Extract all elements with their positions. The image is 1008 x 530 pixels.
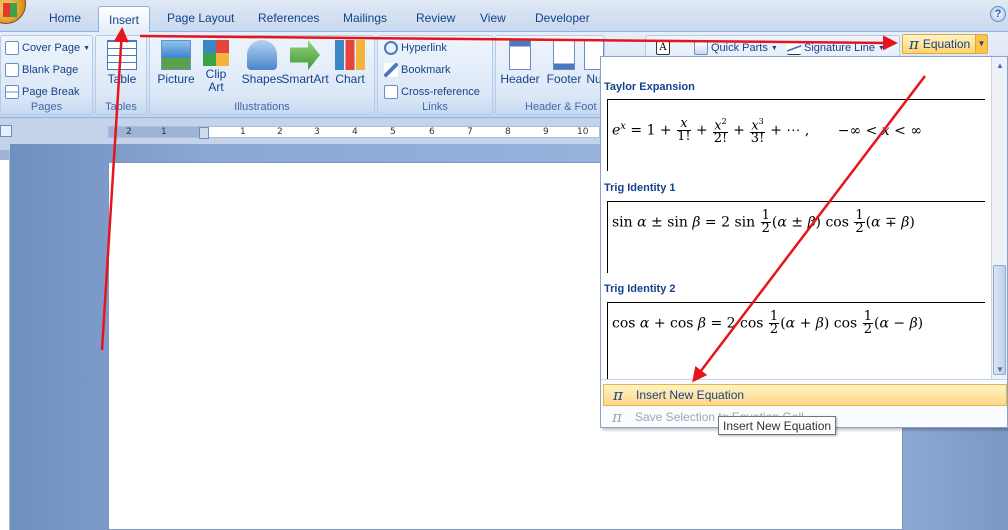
links-group-label: Links — [422, 101, 448, 113]
illustrations-group: Picture Clip Art Shapes SmartArt Chart I… — [149, 35, 375, 115]
text-box-icon: A — [656, 41, 670, 55]
vertical-ruler[interactable] — [0, 150, 10, 530]
smartart-button[interactable]: SmartArt — [280, 40, 330, 98]
indent-marker[interactable] — [199, 127, 209, 139]
cover-page-button[interactable]: Cover Page ▼ — [5, 38, 90, 58]
clip-art-icon — [203, 40, 229, 66]
tables-group-label: Tables — [105, 101, 137, 113]
tables-group: Table Tables — [95, 35, 147, 115]
header-icon — [509, 40, 531, 70]
tooltip: Insert New Equation — [718, 416, 837, 435]
equation-button[interactable]: π Equation ▼ — [902, 34, 988, 54]
equation-gallery-list: Taylor Expansion ex = 1 + x 1! + x2 2! + x… — [601, 57, 991, 379]
smartart-icon — [290, 40, 320, 70]
blank-page-icon — [5, 63, 19, 77]
ribbon-tab-bar: Home Insert Page Layout References Maili… — [0, 0, 1008, 33]
insert-new-equation-item[interactable]: π Insert New Equation — [603, 384, 1007, 406]
chart-icon — [335, 40, 365, 70]
page-break-button[interactable]: Page Break — [5, 82, 79, 102]
pages-group: Cover Page ▼ Blank Page Page Break Pages — [0, 35, 93, 115]
quick-parts-button[interactable]: Quick Parts ▼ — [694, 38, 778, 58]
tab-mailings[interactable]: Mailings — [343, 10, 387, 32]
table-icon — [107, 40, 137, 70]
horizontal-ruler[interactable]: 2 1 1 2 3 4 5 6 7 8 9 10 — [108, 126, 600, 139]
cross-reference-button[interactable]: Cross-reference — [384, 82, 480, 102]
tab-review[interactable]: Review — [416, 10, 455, 32]
office-logo-icon — [3, 3, 17, 17]
table-button[interactable]: Table — [96, 40, 148, 98]
footer-button[interactable]: Footer — [540, 40, 588, 98]
bookmark-button[interactable]: Bookmark — [384, 60, 451, 80]
bookmark-icon — [384, 63, 398, 77]
gallery-scrollbar[interactable]: ▲ ▼ — [991, 57, 1007, 379]
clip-art-button[interactable]: Clip Art — [192, 40, 240, 98]
header-footer-group: Header Footer Nu Header & Foot — [495, 35, 605, 115]
scroll-up-icon[interactable]: ▲ — [993, 59, 1007, 73]
pi-icon: π — [613, 386, 623, 404]
tab-view[interactable]: View — [480, 10, 506, 32]
save-equation-icon: π — [612, 408, 622, 426]
gallery-item-title: Trig Identity 2 — [604, 283, 676, 295]
picture-icon — [161, 40, 191, 70]
scrollbar-thumb[interactable] — [993, 265, 1006, 375]
shapes-icon — [247, 40, 277, 70]
tab-developer[interactable]: Developer — [535, 10, 590, 32]
quick-parts-icon — [694, 41, 708, 55]
scroll-down-icon[interactable]: ▼ — [993, 363, 1007, 377]
tab-insert[interactable]: Insert — [98, 6, 151, 33]
hyperlink-icon — [384, 41, 398, 55]
cover-page-icon — [5, 41, 19, 55]
cross-reference-icon — [384, 85, 398, 99]
equation-trig-identity-1[interactable]: sin α ± sin β = 2 sin 1 2 (α ± β) cos 1 2 (α… — [607, 201, 985, 273]
chart-button[interactable]: Chart — [326, 40, 374, 98]
text-box-button[interactable]: A — [656, 38, 670, 58]
header-button[interactable]: Header — [496, 40, 544, 98]
hyperlink-button[interactable]: Hyperlink — [384, 38, 447, 58]
tab-home[interactable]: Home — [49, 10, 81, 32]
blank-page-button[interactable]: Blank Page — [5, 60, 78, 80]
gallery-item-title: Trig Identity 1 — [604, 182, 676, 194]
tab-selector[interactable] — [0, 125, 12, 137]
equation-trig-identity-2[interactable]: cos α + cos β = 2 cos 1 2 (α + β) cos 1 2 (α… — [607, 302, 985, 379]
footer-icon — [553, 40, 575, 70]
equation-gallery: Taylor Expansion ex = 1 + x 1! + x2 2! + x… — [600, 56, 1008, 428]
pi-icon: π — [909, 35, 919, 53]
illustrations-group-label: Illustrations — [234, 101, 290, 113]
header-footer-group-label: Header & Foot — [525, 101, 597, 113]
tab-page-layout[interactable]: Page Layout — [167, 10, 234, 32]
chevron-down-icon[interactable]: ▼ — [975, 35, 987, 53]
pages-group-label: Pages — [30, 101, 63, 113]
links-group: Hyperlink Bookmark Cross-reference Links — [377, 35, 493, 115]
signature-line-icon — [787, 41, 801, 55]
page-break-icon — [5, 85, 19, 99]
help-icon[interactable]: ? — [990, 6, 1006, 22]
equation-taylor-expansion[interactable]: ex = 1 + x 1! + x2 2! + x3 3! + ⋯ , −∞ < x … — [607, 99, 985, 171]
gallery-item-title: Taylor Expansion — [604, 81, 695, 93]
tab-references[interactable]: References — [258, 10, 319, 32]
signature-line-button[interactable]: Signature Line ▼ — [787, 38, 885, 58]
office-button[interactable] — [0, 0, 26, 24]
